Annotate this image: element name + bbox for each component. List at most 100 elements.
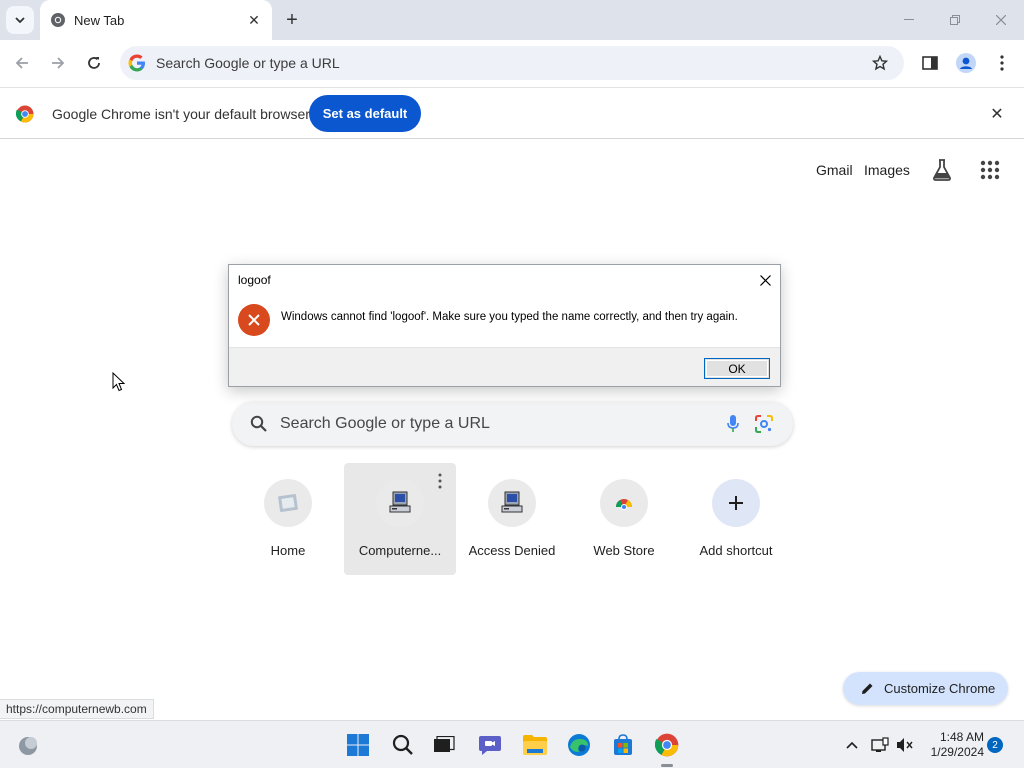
toolbar: Search Google or type a URL [0, 40, 1024, 86]
ntp-search-box[interactable]: Search Google or type a URL [232, 402, 793, 446]
taskbar-search-button[interactable] [389, 731, 417, 759]
ok-button[interactable]: OK [704, 358, 770, 379]
back-button[interactable] [8, 49, 36, 77]
folder-icon [523, 735, 547, 755]
network-icon [871, 737, 889, 752]
dialog-close-button[interactable] [755, 270, 775, 290]
omnibox-placeholder: Search Google or type a URL [156, 55, 340, 71]
shortcut-tile[interactable]: Computerne... [344, 463, 456, 575]
close-tab-icon[interactable]: ✕ [244, 10, 264, 30]
dialog-footer: OK [229, 347, 780, 386]
new-tab-button[interactable]: + [280, 8, 304, 32]
shortcut-label: Access Denied [468, 543, 556, 558]
store-bag-icon [614, 734, 632, 755]
edge-button[interactable] [565, 731, 593, 759]
images-link[interactable]: Images [864, 162, 910, 178]
profile-button[interactable] [952, 49, 980, 77]
teams-chat-icon [479, 736, 501, 755]
dialog-title: logoof [238, 273, 271, 287]
error-dialog: logoof Windows cannot find 'logoof'. Mak… [228, 264, 781, 387]
tab-title: New Tab [74, 12, 125, 28]
shortcut-tile[interactable]: Web Store [568, 463, 680, 575]
start-button[interactable] [344, 731, 372, 759]
file-explorer-button[interactable] [521, 731, 549, 759]
gmail-link[interactable]: Gmail [816, 162, 853, 178]
labs-flask-icon[interactable] [930, 158, 954, 182]
chrome-icon [51, 13, 65, 27]
shortcut-tile[interactable]: Home [232, 463, 344, 575]
weather-icon [19, 737, 37, 755]
search-icon [250, 415, 267, 432]
clock-time: 1:48 AM [939, 730, 984, 744]
task-view-icon [434, 736, 455, 752]
plus-icon [729, 496, 743, 510]
chevron-up-icon [846, 741, 858, 749]
microsoft-store-button[interactable] [609, 731, 637, 759]
profile-avatar-icon [956, 53, 976, 73]
google-g-icon [128, 54, 145, 72]
web-store-icon [615, 499, 633, 510]
tab-new-tab[interactable]: New Tab ✕ [40, 0, 272, 40]
volume-muted-icon [897, 738, 913, 752]
shortcut-more-icon[interactable] [434, 473, 446, 489]
bookmark-star-button[interactable] [870, 53, 890, 73]
omnibox[interactable]: Search Google or type a URL [120, 46, 904, 80]
shortcut-label: Computerne... [358, 543, 442, 558]
taskbar: 1:48 AM 1/29/2024 2 [0, 720, 1024, 768]
set-as-default-button[interactable]: Set as default [309, 95, 421, 132]
dialog-body: Windows cannot find 'logoof'. Make sure … [229, 295, 780, 347]
customize-chrome-button[interactable]: Customize Chrome [843, 672, 1008, 705]
back-arrow-icon [15, 57, 28, 69]
shortcut-icon-bg [488, 479, 536, 527]
show-hidden-icons-button[interactable] [838, 731, 866, 759]
shortcut-icon-bg [264, 479, 312, 527]
computer-icon [501, 491, 523, 513]
task-view-button[interactable] [430, 731, 458, 759]
restore-button[interactable] [943, 8, 967, 32]
running-indicator [661, 764, 673, 767]
shortcut-icon-bg [376, 479, 424, 527]
customize-chrome-label: Customize Chrome [884, 681, 996, 696]
close-icon [759, 274, 771, 286]
shortcut-label: Home [270, 543, 306, 558]
voice-search-icon[interactable] [727, 415, 739, 433]
close-icon [996, 15, 1006, 25]
widgets-button[interactable] [14, 731, 42, 759]
forward-button[interactable] [44, 49, 72, 77]
forward-arrow-icon [52, 57, 65, 69]
clock[interactable]: 1:48 AM 1/29/2024 [924, 730, 984, 760]
windows-logo-icon [347, 734, 369, 756]
status-bubble-url: https://computernewb.com [0, 699, 154, 719]
close-window-button[interactable] [989, 8, 1013, 32]
chat-button[interactable] [476, 731, 504, 759]
edge-icon [568, 734, 590, 756]
volume-status[interactable] [891, 731, 919, 759]
error-icon [238, 304, 270, 336]
computer-icon [389, 491, 411, 513]
star-icon [872, 55, 888, 71]
side-panel-icon [922, 56, 938, 70]
tab-search-button[interactable] [6, 6, 34, 34]
google-lens-icon[interactable] [755, 415, 773, 433]
google-apps-icon[interactable] [980, 160, 1000, 180]
restore-icon [950, 15, 960, 25]
side-panel-button[interactable] [916, 49, 944, 77]
pencil-icon [862, 683, 873, 694]
minimize-button[interactable] [897, 8, 921, 32]
notification-badge[interactable]: 2 [987, 737, 1003, 753]
close-infobar-icon[interactable]: ✕ [986, 103, 1008, 125]
infobar-message: Google Chrome isn't your default browser [52, 106, 310, 122]
shortcut-label: Add shortcut [699, 543, 773, 558]
dialog-message: Windows cannot find 'logoof'. Make sure … [281, 311, 738, 323]
add-shortcut-tile[interactable]: Add shortcut [680, 463, 792, 575]
shortcut-icon-bg [712, 479, 760, 527]
menu-button[interactable] [988, 49, 1016, 77]
shortcut-tile[interactable]: Access Denied [456, 463, 568, 575]
chrome-logo-icon [16, 105, 34, 123]
chrome-taskbar-button[interactable] [653, 731, 681, 759]
minimize-icon [904, 19, 914, 20]
reload-button[interactable] [80, 49, 108, 77]
default-browser-infobar: Google Chrome isn't your default browser… [0, 87, 1024, 139]
network-status[interactable] [866, 731, 894, 759]
kebab-menu-icon [1000, 55, 1004, 71]
